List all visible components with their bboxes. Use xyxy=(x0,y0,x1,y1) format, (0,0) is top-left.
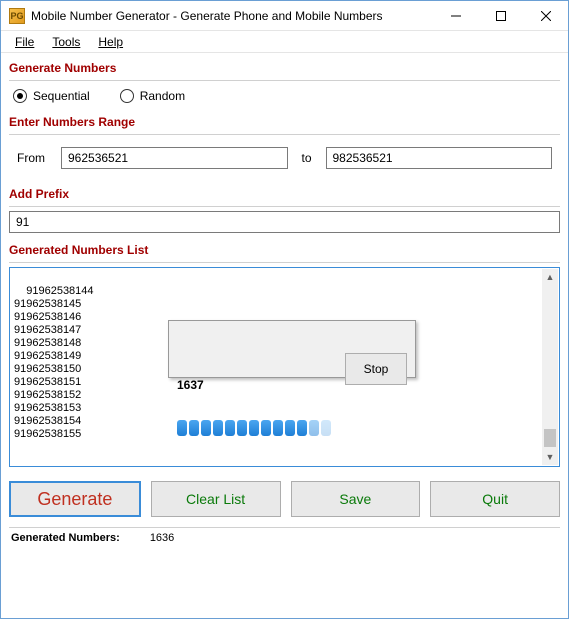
scroll-down-icon[interactable]: ▼ xyxy=(542,449,558,465)
close-button[interactable] xyxy=(523,1,568,30)
prefix-input[interactable] xyxy=(9,211,560,233)
scroll-up-icon[interactable]: ▲ xyxy=(542,269,558,285)
radio-random-label: Random xyxy=(140,89,185,103)
quit-button[interactable]: Quit xyxy=(430,481,560,517)
divider xyxy=(9,262,560,263)
menu-bar: File Tools Help xyxy=(1,31,568,53)
to-label: to xyxy=(298,151,316,165)
title-bar: PG Mobile Number Generator - Generate Ph… xyxy=(1,1,568,31)
divider xyxy=(9,80,560,81)
progress-bar xyxy=(177,420,331,436)
status-label: Generated Numbers: xyxy=(11,532,120,544)
progress-count: 1637 xyxy=(177,379,331,392)
radio-sequential-indicator xyxy=(13,89,27,103)
app-icon: PG xyxy=(9,8,25,24)
minimize-button[interactable] xyxy=(433,1,478,30)
menu-help[interactable]: Help xyxy=(90,33,131,51)
section-range-title: Enter Numbers Range xyxy=(9,111,560,132)
generate-button[interactable]: Generate xyxy=(9,481,141,517)
list-scrollbar[interactable]: ▲ ▼ xyxy=(542,269,558,465)
status-bar: Generated Numbers: 1636 xyxy=(9,527,560,544)
radio-random-indicator xyxy=(120,89,134,103)
generated-numbers-list[interactable]: 91962538144 91962538145 91962538146 9196… xyxy=(9,267,560,467)
progress-dialog: 1637 Stop xyxy=(168,320,416,378)
radio-sequential[interactable]: Sequential xyxy=(13,89,90,103)
action-button-row: Generate Clear List Save Quit xyxy=(9,481,560,517)
content-area: Generate Numbers Sequential Random Enter… xyxy=(1,53,568,552)
save-button[interactable]: Save xyxy=(291,481,421,517)
from-input[interactable] xyxy=(61,147,288,169)
maximize-button[interactable] xyxy=(478,1,523,30)
menu-tools[interactable]: Tools xyxy=(44,33,88,51)
stop-button[interactable]: Stop xyxy=(345,353,407,385)
generated-numbers-text: 91962538144 91962538145 91962538146 9196… xyxy=(14,285,94,440)
section-generate-numbers-title: Generate Numbers xyxy=(9,57,560,78)
divider xyxy=(9,206,560,207)
clear-list-button[interactable]: Clear List xyxy=(151,481,281,517)
status-value: 1636 xyxy=(150,532,174,544)
to-input[interactable] xyxy=(326,147,553,169)
range-row: From to xyxy=(9,139,560,183)
divider xyxy=(9,134,560,135)
from-label: From xyxy=(17,151,51,165)
radio-sequential-label: Sequential xyxy=(33,89,90,103)
mode-radio-group: Sequential Random xyxy=(9,85,560,111)
window-controls xyxy=(433,1,568,30)
scroll-thumb[interactable] xyxy=(544,429,556,447)
section-list-title: Generated Numbers List xyxy=(9,239,560,260)
radio-random[interactable]: Random xyxy=(120,89,185,103)
window-title: Mobile Number Generator - Generate Phone… xyxy=(31,9,433,23)
menu-file[interactable]: File xyxy=(7,33,42,51)
section-prefix-title: Add Prefix xyxy=(9,183,560,204)
